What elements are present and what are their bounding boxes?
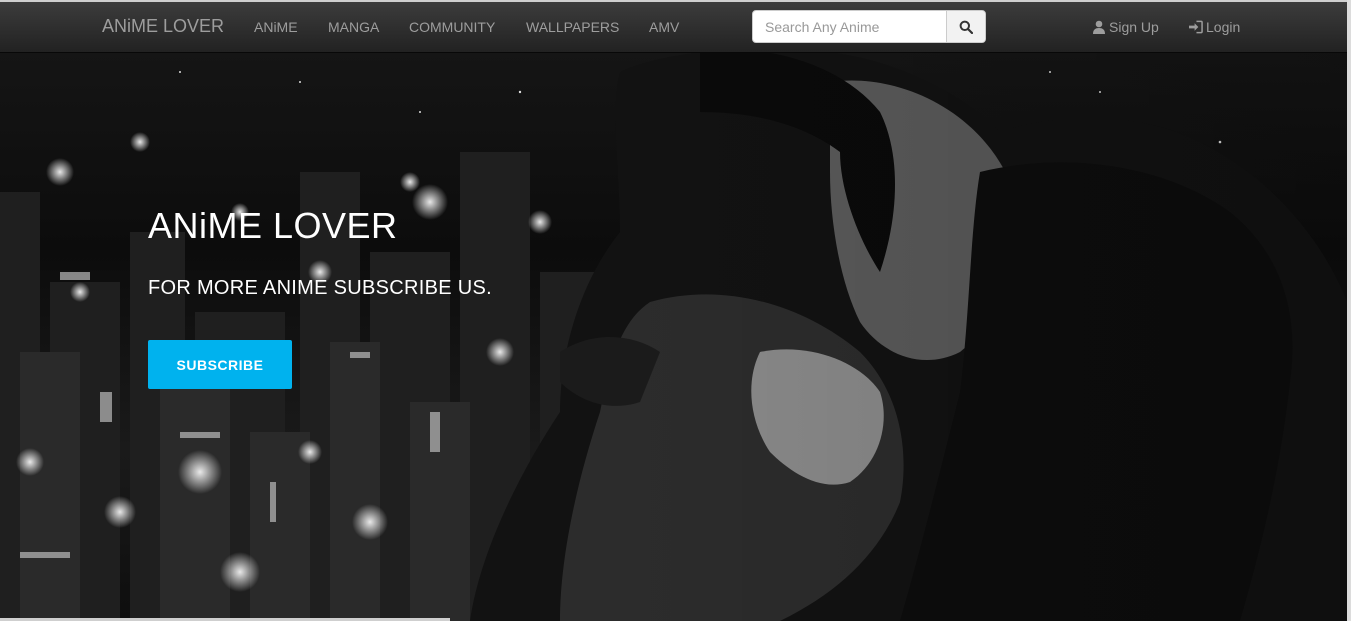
signup-link[interactable]: Sign Up: [1092, 19, 1159, 35]
nav-link-anime[interactable]: ANiME: [254, 19, 298, 35]
user-icon: [1092, 20, 1106, 34]
hero-subtitle: FOR MORE ANIME SUBSCRIBE US.: [148, 277, 493, 299]
search-input[interactable]: [753, 11, 948, 42]
brand-logo[interactable]: ANiME LOVER: [102, 16, 224, 37]
page: ANiME LOVER ANiME MANGA COMMUNITY WALLPA…: [0, 0, 1351, 621]
nav-link-amv[interactable]: AMV: [649, 19, 679, 35]
hero-banner: [0, 52, 1351, 621]
search-button[interactable]: [946, 11, 985, 42]
search-form: [752, 10, 986, 43]
window-scrollbar[interactable]: [1347, 0, 1351, 621]
signup-label: Sign Up: [1109, 19, 1159, 35]
search-icon: [959, 20, 973, 34]
nav-link-manga[interactable]: MANGA: [328, 19, 379, 35]
subscribe-button[interactable]: SUBSCRIBE: [148, 340, 292, 389]
nav-link-community[interactable]: COMMUNITY: [409, 19, 495, 35]
nav-link-wallpapers[interactable]: WALLPAPERS: [526, 19, 619, 35]
login-label: Login: [1206, 19, 1241, 35]
login-link[interactable]: Login: [1189, 19, 1240, 35]
login-icon: [1189, 20, 1203, 34]
hero-title: ANiME LOVER: [148, 205, 398, 246]
navbar: ANiME LOVER ANiME MANGA COMMUNITY WALLPA…: [0, 2, 1347, 53]
hero-background-image: [0, 52, 1351, 621]
